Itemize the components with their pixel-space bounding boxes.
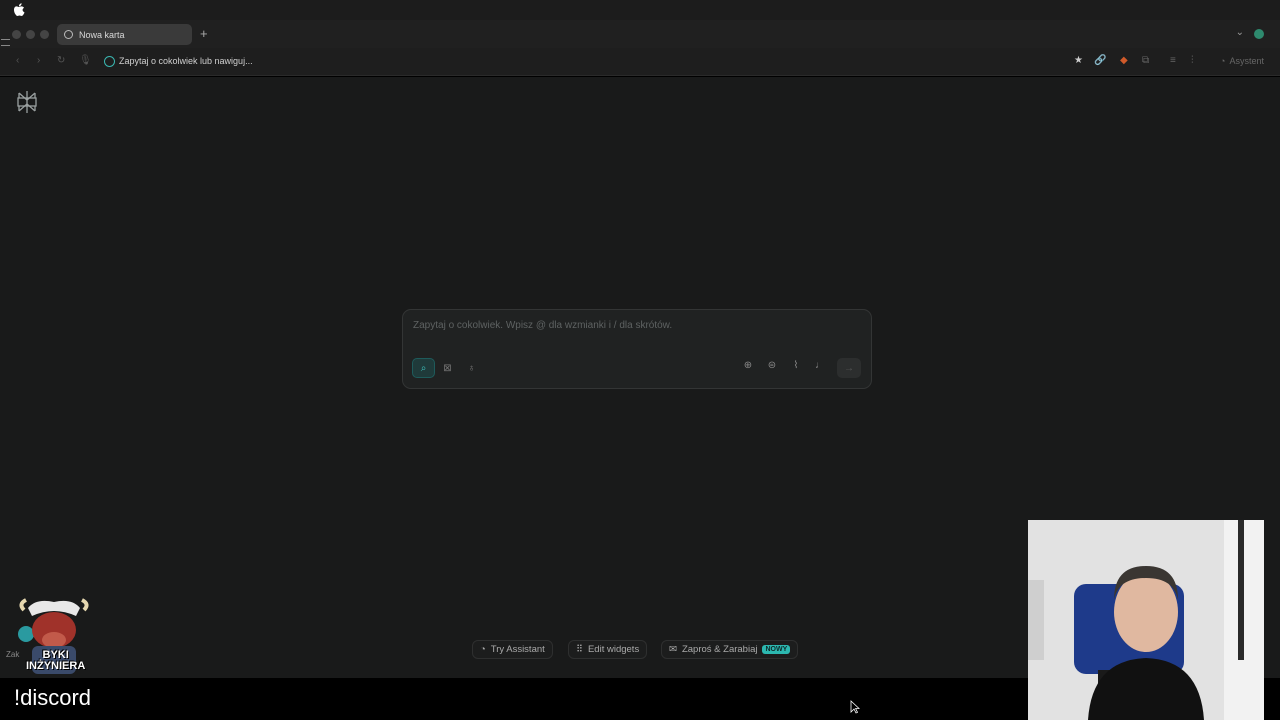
labs-mode-button[interactable]: ♁ bbox=[460, 358, 483, 378]
lightbulb-icon: ♁ bbox=[467, 362, 476, 374]
tab-bar bbox=[0, 20, 1280, 48]
grid-icon: ⠿ bbox=[576, 644, 583, 655]
perplexity-icon bbox=[104, 56, 115, 67]
webcam-feed bbox=[1028, 520, 1264, 720]
address-input[interactable]: Zapytaj o cokolwiek lub nawiguj... bbox=[119, 56, 253, 66]
link-icon[interactable]: 🔗 bbox=[1094, 55, 1106, 66]
research-icon: ⊠ bbox=[443, 362, 452, 374]
stream-caption: !discord bbox=[14, 685, 92, 710]
invite-label: Zaproś & Zarabiaj bbox=[681, 644, 758, 655]
mouse-cursor-icon bbox=[850, 700, 860, 714]
search-input[interactable]: Zapytaj o cokolwiek. Wpisz @ dla wzmiank… bbox=[413, 320, 672, 331]
microphone-icon[interactable]: ♩ bbox=[813, 360, 827, 371]
paperclip-icon[interactable]: ⌇ bbox=[789, 360, 803, 371]
tab-new-tab[interactable]: Nowa karta bbox=[57, 24, 192, 45]
back-icon[interactable]: ‹ bbox=[16, 55, 19, 66]
new-badge: NOWY bbox=[762, 645, 791, 654]
new-tab-button[interactable]: + bbox=[200, 27, 208, 41]
bookmark-star-icon[interactable]: ★ bbox=[1074, 55, 1083, 66]
audio-icon[interactable]: ⫶ bbox=[1191, 55, 1194, 66]
puzzle-icon[interactable]: ⧉ bbox=[1142, 55, 1149, 66]
menu-bar bbox=[0, 0, 1280, 20]
extension-icon[interactable]: ◆ bbox=[1120, 55, 1128, 66]
search-icon: ⌕ bbox=[420, 362, 427, 374]
tab-title: Nowa karta bbox=[79, 29, 125, 40]
invite-button[interactable]: ✉ Zaproś & Zarabiaj NOWY bbox=[661, 640, 799, 659]
mascot-text: BYKI INŻYNIERA bbox=[26, 650, 85, 672]
webcam-overlay bbox=[1028, 520, 1264, 720]
research-mode-button[interactable]: ⊠ bbox=[436, 358, 459, 378]
chip-icon[interactable]: ⊜ bbox=[765, 360, 779, 371]
profile-icon[interactable] bbox=[1254, 29, 1264, 39]
reload-icon[interactable]: ↻ bbox=[57, 55, 65, 66]
apple-icon[interactable] bbox=[12, 2, 26, 18]
window-zoom-button[interactable] bbox=[40, 30, 49, 39]
assistant-button[interactable]: ◔ Asystent bbox=[1220, 56, 1264, 66]
search-mode-button[interactable]: ⌕ bbox=[412, 358, 435, 378]
assistant-icon: ◔ bbox=[480, 644, 486, 655]
assistant-icon: ◔ bbox=[1220, 56, 1226, 66]
microphone-icon[interactable]: 🎙 bbox=[79, 55, 92, 66]
edit-widgets-button[interactable]: ⠿ Edit widgets bbox=[568, 640, 648, 659]
window-minimize-button[interactable] bbox=[26, 30, 35, 39]
send-button[interactable]: → bbox=[837, 358, 861, 378]
perplexity-logo-icon[interactable] bbox=[16, 90, 38, 114]
tab-list-chevron-icon[interactable]: ⌄ bbox=[1236, 27, 1244, 38]
sidebar-toggle-icon[interactable] bbox=[1, 39, 10, 46]
tab-favicon-icon bbox=[64, 30, 73, 39]
try-assistant-button[interactable]: ◔ Try Assistant bbox=[472, 640, 553, 659]
mascot-line-2: INŻYNIERA bbox=[26, 660, 86, 672]
window-close-button[interactable] bbox=[12, 30, 21, 39]
globe-icon[interactable]: ⊕ bbox=[741, 360, 755, 371]
mail-icon: ✉ bbox=[669, 644, 677, 655]
reader-icon[interactable]: ≡ bbox=[1170, 55, 1176, 66]
try-assistant-label: Try Assistant bbox=[490, 644, 545, 655]
assistant-label: Asystent bbox=[1229, 56, 1264, 66]
edit-widgets-label: Edit widgets bbox=[587, 644, 640, 655]
forward-icon[interactable]: › bbox=[37, 55, 40, 66]
search-box[interactable]: Zapytaj o cokolwiek. Wpisz @ dla wzmiank… bbox=[402, 309, 872, 389]
